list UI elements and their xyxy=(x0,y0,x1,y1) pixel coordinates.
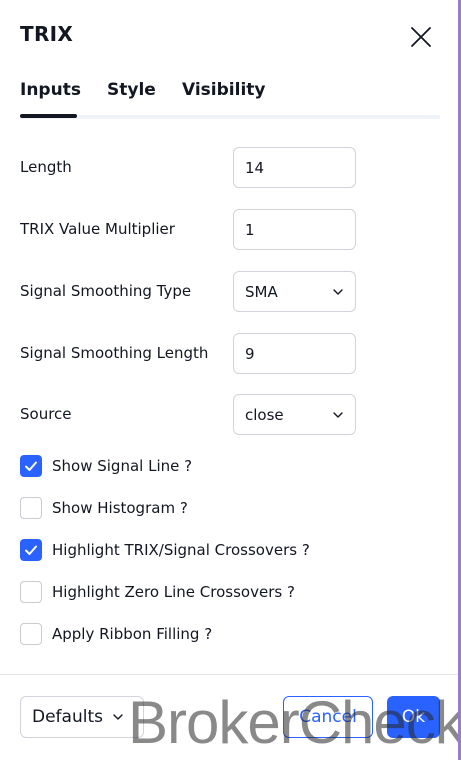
tab-divider xyxy=(20,115,440,119)
dialog-title: TRIX xyxy=(20,22,74,46)
show-signal-line-checkbox[interactable] xyxy=(20,455,42,477)
highlight-trix-signal-label: Highlight TRIX/Signal Crossovers ? xyxy=(52,541,310,559)
apply-ribbon-filling-checkbox-row[interactable]: Apply Ribbon Filling ? xyxy=(20,622,212,646)
show-signal-line-checkbox-row[interactable]: Show Signal Line ? xyxy=(20,454,192,478)
tab-inputs[interactable]: Inputs xyxy=(20,80,81,100)
show-signal-line-label: Show Signal Line ? xyxy=(52,457,193,475)
length-label: Length xyxy=(20,158,72,176)
close-button[interactable] xyxy=(406,22,436,52)
smoothing-type-value: SMA xyxy=(245,282,278,301)
source-label: Source xyxy=(20,405,72,423)
smoothing-length-input[interactable]: 9 xyxy=(233,333,356,374)
close-icon xyxy=(411,27,431,47)
multiplier-label: TRIX Value Multiplier xyxy=(20,220,175,238)
checkmark-icon xyxy=(25,545,37,555)
source-value: close xyxy=(245,405,284,424)
tab-visibility[interactable]: Visibility xyxy=(182,80,266,100)
defaults-label: Defaults xyxy=(32,707,103,727)
indicator-settings-dialog: TRIX Inputs Style Visibility Length 14 T… xyxy=(0,0,461,760)
ok-button[interactable]: Ok xyxy=(387,696,440,738)
active-tab-indicator xyxy=(20,114,77,118)
apply-ribbon-filling-checkbox[interactable] xyxy=(20,623,42,645)
length-input[interactable]: 14 xyxy=(233,147,356,188)
footer-divider xyxy=(0,674,458,675)
multiplier-input[interactable]: 1 xyxy=(233,209,356,250)
highlight-trix-signal-checkbox[interactable] xyxy=(20,539,42,561)
length-value: 14 xyxy=(245,158,265,177)
smoothing-length-label: Signal Smoothing Length xyxy=(20,344,209,362)
chevron-down-icon xyxy=(333,288,343,295)
highlight-zero-line-checkbox[interactable] xyxy=(20,581,42,603)
highlight-zero-line-label: Highlight Zero Line Crossovers ? xyxy=(52,583,295,601)
show-histogram-checkbox-row[interactable]: Show Histogram ? xyxy=(20,496,188,520)
checkmark-icon xyxy=(25,461,37,471)
chevron-down-icon xyxy=(333,411,343,418)
smoothing-type-select[interactable]: SMA xyxy=(233,271,356,312)
apply-ribbon-filling-label: Apply Ribbon Filling ? xyxy=(52,625,213,643)
cancel-button[interactable]: Cancel xyxy=(283,696,373,738)
smoothing-type-label: Signal Smoothing Type xyxy=(20,282,192,300)
smoothing-length-value: 9 xyxy=(245,344,255,363)
show-histogram-checkbox[interactable] xyxy=(20,497,42,519)
tab-bar: Inputs Style Visibility xyxy=(20,80,440,120)
show-histogram-label: Show Histogram ? xyxy=(52,499,188,517)
highlight-zero-line-checkbox-row[interactable]: Highlight Zero Line Crossovers ? xyxy=(20,580,295,604)
tab-style[interactable]: Style xyxy=(107,80,156,100)
multiplier-value: 1 xyxy=(245,220,255,239)
source-select[interactable]: close xyxy=(233,394,356,435)
defaults-button[interactable]: Defaults xyxy=(20,696,144,738)
highlight-trix-signal-checkbox-row[interactable]: Highlight TRIX/Signal Crossovers ? xyxy=(20,538,310,562)
chevron-down-icon xyxy=(113,714,123,720)
